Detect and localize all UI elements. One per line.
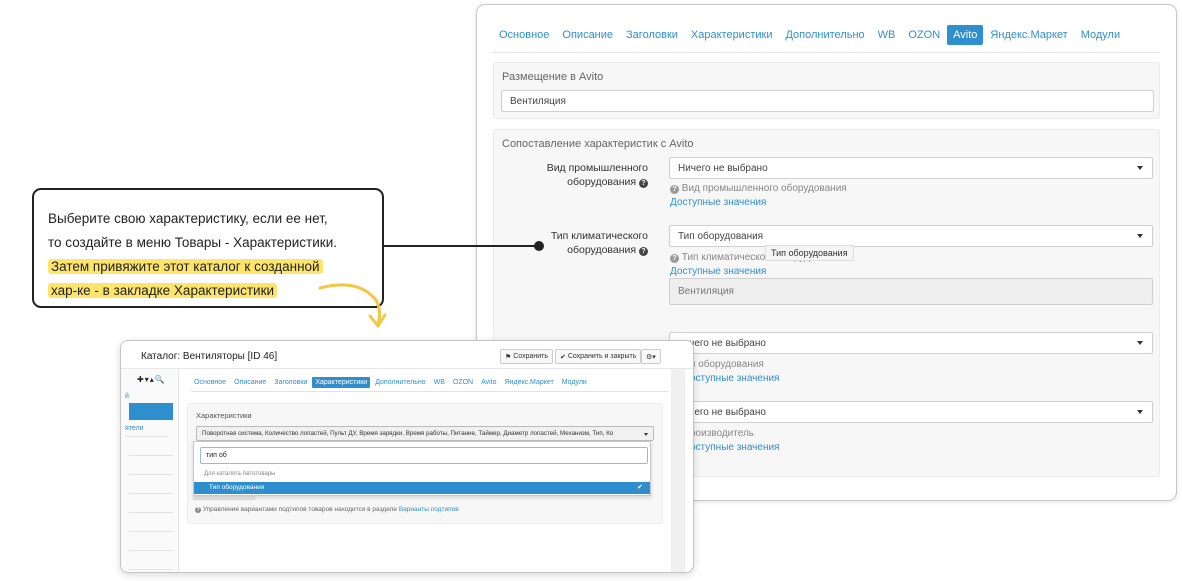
avito-placement-panel: Размещение в Avito Вентиляция <box>493 62 1160 119</box>
chevron-down-icon <box>1137 166 1143 170</box>
placement-input[interactable]: Вентиляция <box>501 90 1154 112</box>
climate-equipment-select[interactable]: Тип оборудования <box>669 225 1153 247</box>
callout-line: Выберите свою характеристику, если ее не… <box>48 211 328 226</box>
tab-avito[interactable]: Avito <box>947 24 984 45</box>
check-icon: ✔ <box>637 484 643 491</box>
window-header: Каталог: Вентиляторы [ID 46] ⚑ Сохранить… <box>121 341 693 369</box>
help-text: ? Вид промышленного оборудования <box>670 183 847 194</box>
catalog-sidebar: ✚▾▴🔍 й ятели <box>121 369 179 572</box>
tab-wb[interactable]: WB <box>431 377 448 388</box>
available-values-link[interactable]: Доступные значения <box>670 197 766 208</box>
help-text: п оборудования <box>690 359 764 370</box>
tab-wb[interactable]: WB <box>872 25 902 45</box>
placement-value: Вентиляция <box>510 95 566 107</box>
characteristics-dropdown: тип об Для каталога Автотовары Тип обору… <box>193 441 651 496</box>
available-values-link[interactable]: Доступные значения <box>670 266 766 277</box>
equipment-type-select[interactable]: ничего не выбрано <box>669 332 1153 354</box>
tab-characteristics[interactable]: Характеристики <box>685 25 779 45</box>
question-icon: ? <box>195 507 201 513</box>
callout-highlight: хар-ке - в закладке Характеристики <box>48 283 278 298</box>
sidebar-item[interactable] <box>129 458 173 475</box>
tab-ozon[interactable]: OZON <box>450 377 476 388</box>
tab-description[interactable]: Описание <box>556 25 619 45</box>
tab-headers[interactable]: Заголовки <box>271 377 310 388</box>
sidebar-item[interactable] <box>129 515 173 532</box>
sidebar-item[interactable] <box>129 439 173 456</box>
tab-yandex-market[interactable]: Яндекс.Маркет <box>984 25 1073 45</box>
tab-bar: Основное Описание Заголовки Характеристи… <box>493 17 1160 53</box>
catalog-tab-bar: Основное Описание Заголовки Характеристи… <box>191 374 669 392</box>
callout-line: то создайте в меню Товары - Характеристи… <box>48 235 337 250</box>
available-values-link[interactable]: оступные значения <box>690 373 779 384</box>
tab-main[interactable]: Основное <box>191 377 229 388</box>
dropdown-search-input[interactable]: тип об <box>200 447 648 464</box>
tab-additional[interactable]: Дополнительно <box>779 25 870 45</box>
tab-modules[interactable]: Модули <box>1075 25 1126 45</box>
sidebar-item[interactable] <box>129 477 173 494</box>
catalog-edit-window: Каталог: Вентиляторы [ID 46] ⚑ Сохранить… <box>120 340 694 573</box>
climate-equipment-value: Вентиляция <box>669 278 1153 305</box>
sidebar-item[interactable] <box>129 553 173 570</box>
tooltip: Тип оборудования <box>765 245 854 261</box>
window-title: Каталог: Вентиляторы [ID 46] <box>141 351 278 362</box>
field-label-climate-equipment: Тип климатического оборудования ? <box>550 230 648 256</box>
chevron-down-icon <box>1137 234 1143 238</box>
sidebar-item[interactable] <box>129 496 173 513</box>
tab-main[interactable]: Основное <box>493 25 555 45</box>
characteristics-title: Характеристики <box>196 411 252 420</box>
curved-arrow-icon <box>318 283 387 328</box>
tab-avito[interactable]: Avito <box>478 377 499 388</box>
tab-characteristics[interactable]: Характеристики <box>312 377 371 388</box>
tab-additional[interactable]: Дополнительно <box>372 377 428 388</box>
callout-connector-line <box>384 245 540 247</box>
callout-connector-dot <box>534 241 544 251</box>
check-icon: ✔ <box>560 353 568 361</box>
mapping-title: Сопоставление характеристик с Avito <box>502 138 694 150</box>
subtype-note: ? Управление вариантами подтипов товаров… <box>195 506 459 513</box>
sidebar-item[interactable]: ятели <box>125 420 169 437</box>
sidebar-item-active[interactable] <box>129 403 173 420</box>
dropdown-option-selected[interactable]: Тип оборудования ✔ <box>194 482 650 494</box>
question-icon: ? <box>670 254 679 263</box>
chevron-down-icon <box>644 433 648 436</box>
sidebar-item[interactable] <box>129 534 173 551</box>
tab-yandex-market[interactable]: Яндекс.Маркет <box>502 377 557 388</box>
sidebar-tools[interactable]: ✚▾▴🔍 <box>137 375 166 384</box>
save-button[interactable]: ⚑ Сохранить <box>500 349 554 364</box>
tab-headers[interactable]: Заголовки <box>620 25 684 45</box>
callout-highlight: Затем привяжите этот каталог к созданной <box>48 259 323 274</box>
placement-title: Размещение в Avito <box>502 71 604 83</box>
tab-description[interactable]: Описание <box>231 377 269 388</box>
manufacturer-select[interactable]: ничего не выбрано <box>669 401 1153 423</box>
scrollbar[interactable] <box>671 369 685 572</box>
industrial-equipment-select[interactable]: Ничего не выбрано <box>669 157 1153 179</box>
available-values-link[interactable]: оступные значения <box>690 442 779 453</box>
chevron-down-icon <box>1137 410 1143 414</box>
dropdown-group-label: Для каталога Автотовары <box>204 471 276 477</box>
characteristics-multiselect[interactable]: Поворотная система, Количество лопастей,… <box>196 426 654 441</box>
question-icon: ? <box>639 247 648 256</box>
save-icon: ⚑ <box>505 353 514 361</box>
subtype-variants-link[interactable]: Варианты подтипов <box>399 506 459 513</box>
tab-modules[interactable]: Модули <box>559 377 590 388</box>
settings-button[interactable]: ⚙ ▾ <box>641 349 661 364</box>
field-label-industrial-equipment: Вид промышленного оборудования ? <box>546 162 648 188</box>
question-icon: ? <box>639 179 648 188</box>
help-text: роизводитель <box>690 428 754 439</box>
save-close-button[interactable]: ✔ Сохранить и закрыть <box>555 349 642 364</box>
tab-ozon[interactable]: OZON <box>902 25 946 45</box>
question-icon: ? <box>670 185 679 194</box>
chevron-down-icon <box>1137 341 1143 345</box>
